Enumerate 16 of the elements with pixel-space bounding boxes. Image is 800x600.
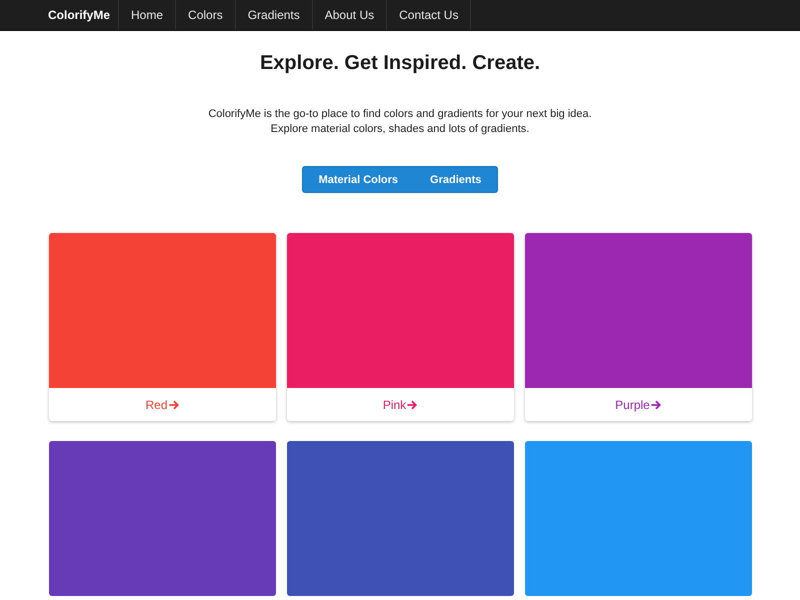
nav-link[interactable]: Contact Us bbox=[387, 0, 472, 30]
intro-paragraph: ColorifyMe is the go-to place to find colors and gradients for your next big idea. Explore material colors, shades and lots of gradients. bbox=[208, 107, 592, 137]
toggle-button[interactable]: Material Colors bbox=[302, 167, 414, 192]
brand-link[interactable]: ColorifyMe bbox=[35, 0, 120, 30]
color-link[interactable]: Red bbox=[145, 398, 178, 412]
nav-link[interactable]: About Us bbox=[312, 0, 388, 30]
nav-link[interactable]: Home bbox=[119, 0, 176, 30]
arrow-right-icon bbox=[407, 400, 418, 410]
nav-link[interactable]: Gradients bbox=[236, 0, 313, 30]
nav-link[interactable]: Colors bbox=[176, 0, 236, 30]
color-link[interactable]: Pink bbox=[382, 398, 418, 412]
arrow-right-icon bbox=[168, 400, 178, 410]
toggle-button[interactable]: Gradients bbox=[414, 167, 498, 192]
arrow-right-icon bbox=[650, 400, 661, 410]
color-link[interactable]: Purple bbox=[615, 398, 661, 412]
page-title: Explore. Get Inspired. Create. bbox=[260, 51, 540, 76]
